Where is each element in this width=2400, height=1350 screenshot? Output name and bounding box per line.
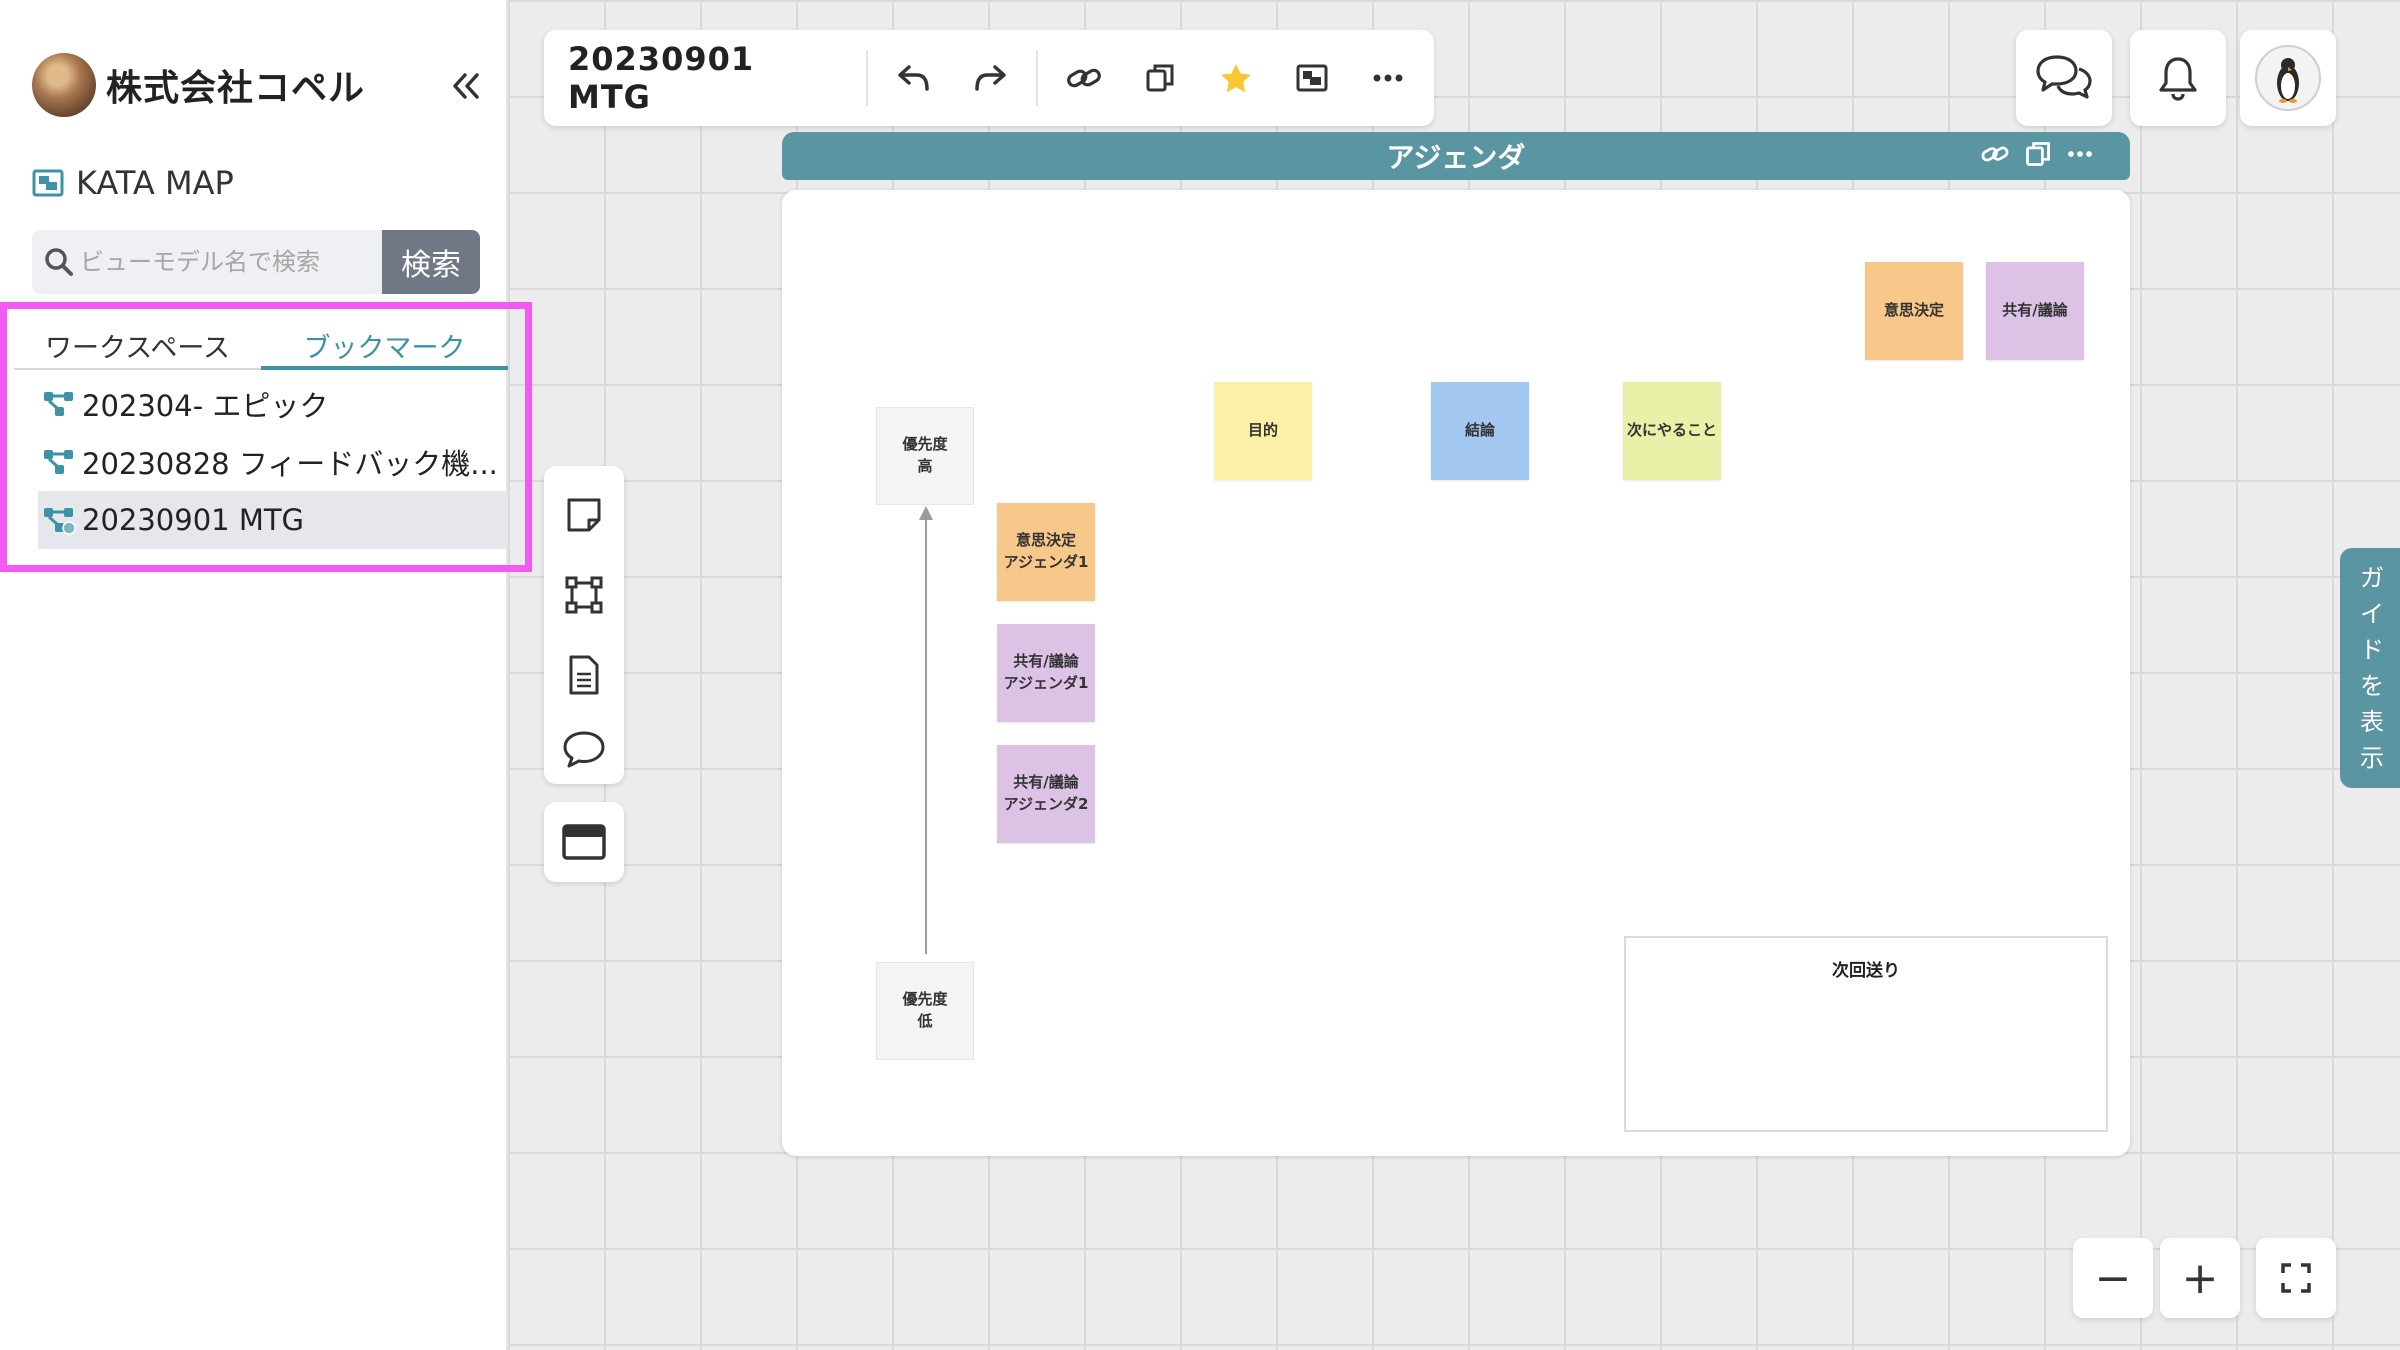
- bookmark-star-button[interactable]: [1198, 50, 1274, 106]
- guide-label: ガイドを表示: [2360, 560, 2384, 776]
- priority-arrow[interactable]: [925, 516, 927, 954]
- frame-header[interactable]: アジェンダ: [782, 132, 2130, 180]
- priority-low-label[interactable]: 優先度 低: [876, 962, 974, 1060]
- board-title[interactable]: 20230901 MTG: [544, 40, 868, 116]
- sticky-share-agenda-1[interactable]: 共有/議論 アジェンダ1: [997, 624, 1095, 722]
- sticky-decision-top[interactable]: 意思決定: [1865, 262, 1963, 360]
- frame-icon: [565, 576, 603, 614]
- org-name: 株式会社コペル: [106, 68, 366, 109]
- sticky-text: 共有/議論: [1013, 652, 1079, 671]
- guide-label-char: を: [2360, 672, 2384, 700]
- avatar: [2255, 45, 2321, 111]
- product-label: KATA MAP: [76, 164, 234, 202]
- sticky-purpose[interactable]: 目的: [1214, 382, 1312, 480]
- fullscreen-icon: [2281, 1263, 2311, 1293]
- board-toolbar: 20230901 MTG: [544, 30, 1434, 126]
- undo-button[interactable]: [876, 50, 952, 106]
- priority-text: 優先度: [902, 435, 948, 454]
- zoom-out-button[interactable]: −: [2073, 1238, 2153, 1318]
- link-icon[interactable]: [1980, 140, 2010, 168]
- sticky-text: アジェンダ2: [1003, 795, 1089, 813]
- sticky-note-icon: [567, 498, 601, 532]
- sticky-note-tool[interactable]: [544, 480, 624, 550]
- link-icon: [1067, 68, 1101, 88]
- org-avatar: [32, 53, 96, 117]
- search-box[interactable]: [32, 230, 382, 294]
- search-bar: 検索: [32, 230, 480, 294]
- comment-tool[interactable]: [544, 714, 624, 784]
- sticky-text: 結論: [1464, 421, 1495, 440]
- priority-text: 優先度: [902, 990, 948, 1009]
- priority-text: 低: [917, 1012, 933, 1030]
- priority-high-label[interactable]: 優先度 高: [876, 407, 974, 505]
- map-icon: [32, 169, 64, 197]
- redo-button[interactable]: [952, 50, 1028, 106]
- frame-title: アジェンダ: [1386, 141, 1526, 174]
- guide-label-char: 表: [2360, 708, 2384, 736]
- undo-icon: [898, 65, 929, 91]
- sticky-text: 意思決定: [1883, 301, 1944, 320]
- document-icon: [569, 655, 599, 695]
- next-meeting-box[interactable]: 次回送り: [1624, 936, 2108, 1132]
- zoom-in-button[interactable]: +: [2160, 1238, 2240, 1318]
- link-button[interactable]: [1046, 50, 1122, 106]
- image-export-button[interactable]: [1274, 50, 1350, 106]
- show-guide-tab[interactable]: ガイドを表示: [2340, 548, 2400, 788]
- tool-palette: [544, 466, 624, 784]
- frame-actions: [1980, 140, 2094, 168]
- window-icon: [562, 824, 606, 860]
- sticky-share-top[interactable]: 共有/議論: [1986, 262, 2084, 360]
- sticky-text: 目的: [1247, 421, 1278, 440]
- search-icon: [45, 248, 73, 276]
- sticky-share-agenda-2[interactable]: 共有/議論 アジェンダ2: [997, 745, 1095, 843]
- sticky-next-action[interactable]: 次にやること: [1623, 382, 1721, 480]
- guide-label-char: ガ: [2360, 564, 2384, 592]
- sticky-text: 次にやること: [1626, 421, 1717, 440]
- document-tool[interactable]: [544, 640, 624, 710]
- user-avatar-button[interactable]: [2240, 30, 2336, 126]
- collapse-sidebar-button[interactable]: [446, 66, 486, 106]
- frame-tool[interactable]: [544, 560, 624, 630]
- redo-icon: [975, 65, 1006, 91]
- double-chevron-left-icon: [453, 73, 479, 99]
- sticky-conclusion[interactable]: 結論: [1431, 382, 1529, 480]
- chat-bubbles-icon: [2036, 55, 2092, 99]
- bell-icon: [2159, 57, 2197, 101]
- sticky-text: 共有/議論: [1013, 773, 1079, 792]
- guide-label-char: イ: [2360, 600, 2384, 628]
- star-icon: [1221, 64, 1251, 93]
- org-header[interactable]: 株式会社コペル: [32, 52, 365, 118]
- more-icon: [1373, 74, 1403, 82]
- sidebar: 株式会社コペル KATA MAP 検索 ワークスペース ブックマーク: [0, 0, 508, 1350]
- fit-screen-button[interactable]: [2256, 1238, 2336, 1318]
- sticky-text: 共有/議論: [2002, 301, 2068, 320]
- priority-text: 高: [917, 457, 933, 475]
- copy-icon: [1146, 64, 1174, 92]
- comment-icon: [563, 731, 605, 768]
- sticky-text: 意思決定: [1015, 531, 1076, 550]
- copy-icon[interactable]: [2024, 140, 2052, 168]
- sticky-decision-agenda-1[interactable]: 意思決定 アジェンダ1: [997, 503, 1095, 601]
- more-icon[interactable]: [2066, 140, 2094, 168]
- sticky-text: アジェンダ1: [1003, 553, 1089, 571]
- guide-label-char: ド: [2360, 636, 2384, 664]
- actions-group: [1038, 50, 1434, 106]
- sticky-text: アジェンダ1: [1003, 674, 1089, 692]
- guide-label-char: 示: [2360, 744, 2384, 772]
- comments-button[interactable]: [2016, 30, 2112, 126]
- image-icon: [1296, 64, 1328, 92]
- search-button[interactable]: 検索: [382, 230, 480, 294]
- copy-button[interactable]: [1122, 50, 1198, 106]
- search-input[interactable]: [80, 248, 380, 276]
- more-button[interactable]: [1350, 50, 1426, 106]
- window-tool[interactable]: [544, 802, 624, 882]
- next-meeting-title: 次回送り: [1832, 961, 1900, 981]
- notifications-button[interactable]: [2130, 30, 2226, 126]
- history-group: [868, 50, 1038, 106]
- product-link[interactable]: KATA MAP: [32, 160, 234, 206]
- annotation-highlight-box: [0, 302, 532, 572]
